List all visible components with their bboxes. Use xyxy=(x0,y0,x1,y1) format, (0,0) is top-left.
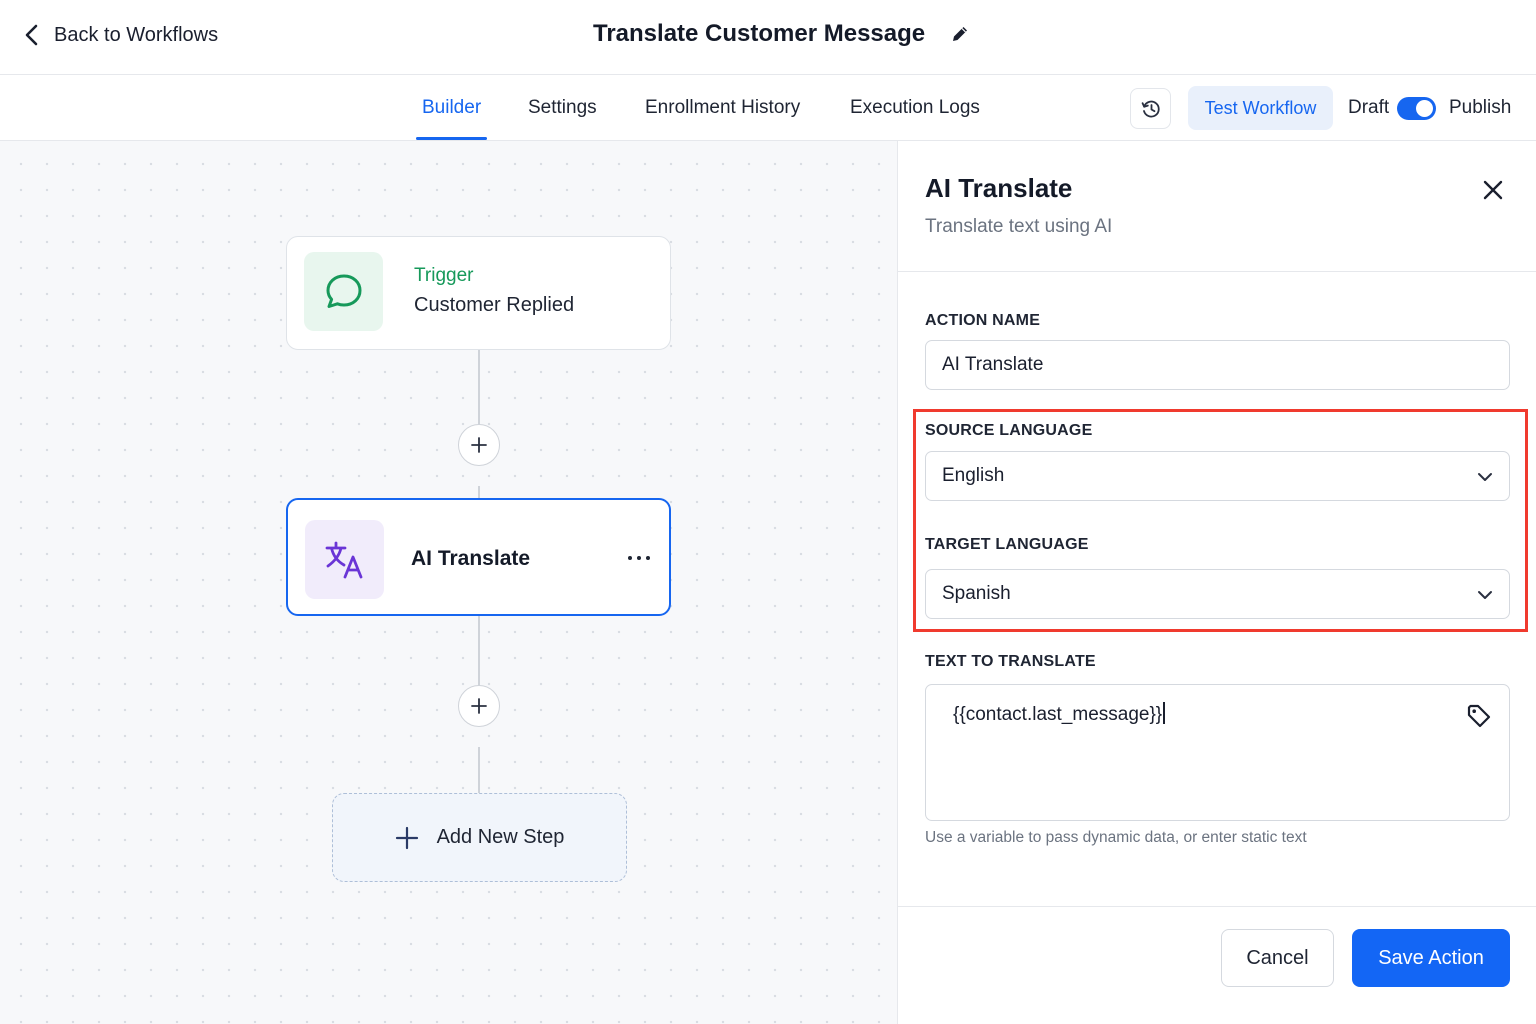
chat-bubble-icon xyxy=(326,274,361,308)
tab-builder[interactable]: Builder xyxy=(415,75,488,141)
trigger-icon-tile xyxy=(304,252,383,331)
workflow-title: Translate Customer Message xyxy=(593,20,926,47)
chevron-down-icon xyxy=(1478,591,1492,599)
add-new-step-label: Add New Step xyxy=(436,826,565,848)
tab-settings[interactable]: Settings xyxy=(528,75,597,141)
tab-bar: Builder Settings Enrollment History Exec… xyxy=(0,75,1536,141)
test-workflow-button[interactable]: Test Workflow xyxy=(1188,86,1333,130)
panel-subtitle: Translate text using AI xyxy=(925,216,1113,237)
add-step-between-button[interactable] xyxy=(458,424,500,466)
workflow-canvas[interactable]: Trigger Customer Replied AI Translate Ad… xyxy=(0,141,897,1024)
publish-toggle[interactable] xyxy=(1397,97,1436,120)
publish-label[interactable]: Publish xyxy=(1449,96,1511,120)
target-language-value: Spanish xyxy=(942,583,1011,604)
tab-execution-logs[interactable]: Execution Logs xyxy=(850,75,980,141)
text-to-translate-hint: Use a variable to pass dynamic data, or … xyxy=(925,829,1307,846)
back-label: Back to Workflows xyxy=(54,23,219,46)
top-bar: Back to Workflows Translate Customer Mes… xyxy=(0,0,1536,75)
save-action-button[interactable]: Save Action xyxy=(1352,929,1510,987)
plus-icon xyxy=(471,437,487,453)
source-language-select[interactable]: English xyxy=(925,451,1510,501)
panel-title: AI Translate xyxy=(925,173,1073,203)
divider xyxy=(898,271,1536,272)
text-to-translate-value: {{contact.last_message}} xyxy=(953,702,1165,726)
source-language-value: English xyxy=(942,465,1005,486)
trigger-kicker: Trigger xyxy=(414,265,474,286)
translate-icon xyxy=(325,541,362,578)
tag-variable-icon[interactable] xyxy=(1466,703,1492,729)
connector-line xyxy=(478,486,480,498)
workflow-title-group: Translate Customer Message xyxy=(593,16,971,52)
cancel-button[interactable]: Cancel xyxy=(1221,929,1334,987)
target-language-select[interactable]: Spanish xyxy=(925,569,1510,619)
action-icon-tile xyxy=(305,520,384,599)
add-step-between-button[interactable] xyxy=(458,685,500,727)
action-name-label: ACTION NAME xyxy=(925,312,1041,329)
close-icon[interactable] xyxy=(1481,178,1505,202)
add-new-step-button[interactable]: Add New Step xyxy=(332,793,627,882)
more-options-icon[interactable] xyxy=(628,550,650,566)
action-config-panel: AI Translate Translate text using AI ACT… xyxy=(897,141,1536,1024)
chevron-left-icon xyxy=(25,24,38,46)
tab-enrollment-history[interactable]: Enrollment History xyxy=(645,75,800,141)
source-language-label: SOURCE LANGUAGE xyxy=(925,422,1093,439)
trigger-name: Customer Replied xyxy=(414,294,575,316)
ai-translate-node[interactable]: AI Translate xyxy=(286,498,671,616)
trigger-node[interactable]: Trigger Customer Replied xyxy=(286,236,671,350)
text-to-translate-textarea[interactable]: {{contact.last_message}} xyxy=(925,684,1510,821)
plus-icon xyxy=(471,698,487,714)
action-name: AI Translate xyxy=(411,547,531,570)
back-to-workflows-link[interactable]: Back to Workflows xyxy=(22,20,218,50)
history-button[interactable] xyxy=(1130,88,1171,129)
text-to-translate-label: TEXT TO TRANSLATE xyxy=(925,653,1096,670)
divider xyxy=(898,906,1536,907)
action-name-input[interactable]: AI Translate xyxy=(925,340,1510,390)
connector-line xyxy=(478,747,480,793)
plus-icon xyxy=(395,826,418,849)
chevron-down-icon xyxy=(1478,473,1492,481)
draft-label: Draft xyxy=(1348,97,1390,118)
pencil-edit-icon[interactable] xyxy=(949,23,971,45)
target-language-label: TARGET LANGUAGE xyxy=(925,536,1089,553)
history-clock-icon xyxy=(1141,100,1160,117)
